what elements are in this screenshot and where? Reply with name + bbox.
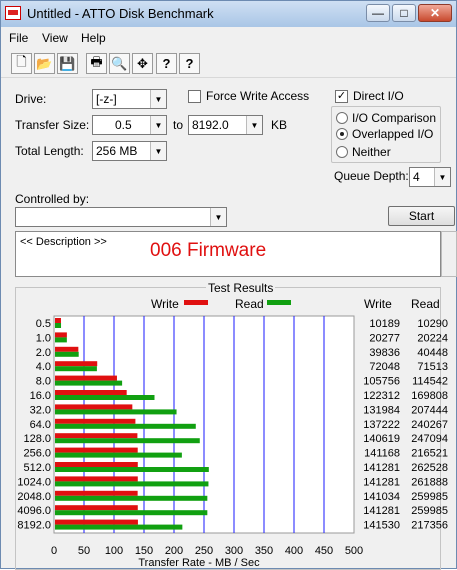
force-write-label: Force Write Access [206,89,310,103]
move-icon[interactable]: ✥ [132,53,153,74]
legend-read-label: Read [235,297,264,311]
app-window: Untitled - ATTO Disk Benchmark — □ ✕ Fil… [0,0,457,570]
force-write-checkbox[interactable] [188,90,201,103]
controlled-by-label: Controlled by: [15,192,90,206]
overlapped-io-label: Overlapped I/O [352,127,434,141]
io-comparison-label: I/O Comparison [352,111,437,125]
write-column-header: Write [364,297,392,311]
total-length-label: Total Length: [15,144,84,158]
io-comparison-radio[interactable] [336,112,348,124]
chevron-down-icon[interactable]: ▼ [434,168,450,186]
save-icon[interactable]: 💾 [57,53,78,74]
help-icon[interactable]: ? [156,53,177,74]
menu-file[interactable]: File [9,31,28,45]
description-scrollbar[interactable] [441,231,457,277]
legend-read-swatch [267,300,291,305]
queue-depth-label: Queue Depth: [334,169,409,183]
open-icon[interactable]: 📂 [34,53,55,74]
maximize-button[interactable]: □ [392,4,416,22]
drive-select[interactable]: [-z-] ▼ [92,89,167,109]
legend-write-label: Write [151,297,179,311]
transfer-size-from-select[interactable]: 0.5 ▼ [92,115,167,135]
to-label: to [173,118,184,132]
menu-help[interactable]: Help [81,31,106,45]
chevron-down-icon[interactable]: ▼ [150,142,166,160]
chevron-down-icon[interactable]: ▼ [150,90,166,108]
toolbar: 🗋 📂 💾 🖶 🔍 ✥ ? ? [1,50,456,78]
total-length-select[interactable]: 256 MB ▼ [92,141,167,161]
kb-label: KB [271,118,288,132]
test-results-title: Test Results [206,281,276,295]
context-help-icon[interactable]: ? [179,53,200,74]
drive-value: [-z-] [96,92,117,106]
neither-label: Neither [352,145,391,159]
read-column-header: Read [411,297,440,311]
start-button[interactable]: Start [388,206,455,226]
minimize-button[interactable]: — [366,4,390,22]
neither-radio[interactable] [336,146,348,158]
direct-io-label: Direct I/O [353,89,404,103]
transfer-size-label: Transfer Size: [15,118,90,132]
chevron-down-icon[interactable]: ▼ [246,116,262,134]
print-icon[interactable]: 🖶 [86,53,107,74]
legend-write-swatch [184,300,208,305]
drive-label: Drive: [15,92,47,106]
title-bar[interactable]: Untitled - ATTO Disk Benchmark — □ ✕ [1,1,456,27]
queue-depth-value: 4 [413,170,420,184]
controlled-by-select[interactable]: ▼ [15,207,227,227]
description-field[interactable]: << Description >> 006 Firmware [15,231,441,277]
atto-app-icon [5,6,21,20]
menu-bar: File View Help [1,28,456,48]
transfer-size-to-select[interactable]: 8192.0 ▼ [188,115,263,135]
direct-io-checkbox[interactable]: ✓ [335,90,348,103]
window-title: Untitled - ATTO Disk Benchmark [27,6,214,21]
transfer-size-to-value: 8192.0 [192,118,229,132]
description-placeholder: << Description >> [20,236,107,248]
close-button[interactable]: ✕ [418,4,452,22]
test-results-group [15,287,441,570]
queue-depth-select[interactable]: 4 ▼ [409,167,451,187]
chevron-down-icon[interactable]: ▼ [210,208,226,226]
print-preview-icon[interactable]: 🔍 [109,53,130,74]
total-length-value: 256 MB [96,144,138,158]
menu-view[interactable]: View [42,31,68,45]
chevron-down-icon[interactable]: ▼ [150,116,166,134]
overlapped-io-radio[interactable] [336,128,348,140]
new-icon[interactable]: 🗋 [11,53,32,74]
description-text: 006 Firmware [150,240,267,261]
transfer-size-from-value: 0.5 [115,118,132,132]
